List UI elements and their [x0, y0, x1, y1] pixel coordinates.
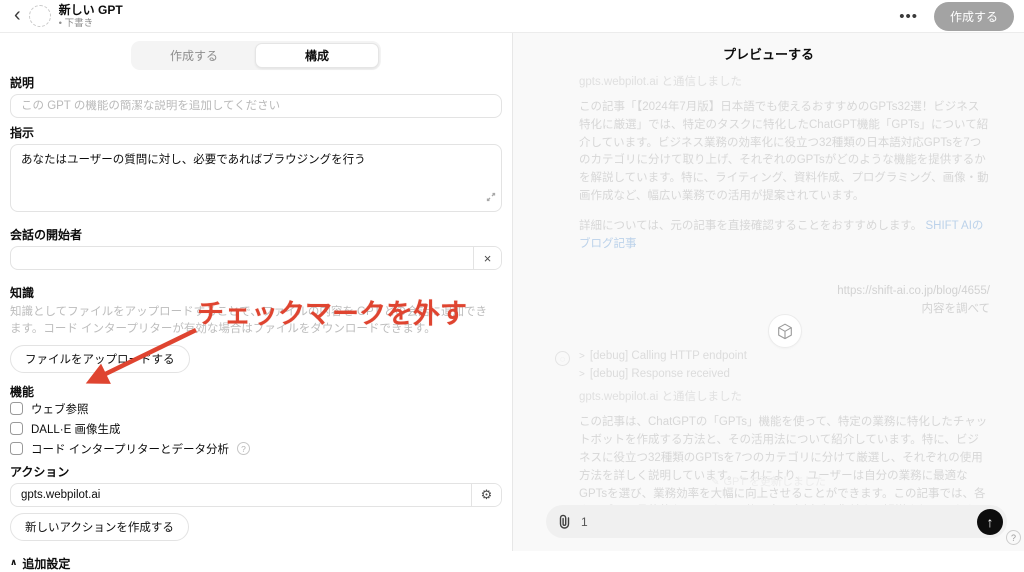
message-composer: ↑	[546, 505, 1007, 538]
send-button[interactable]: ↑	[977, 509, 1003, 535]
capability-label: ウェブ参照	[31, 401, 89, 417]
top-header: ‹ 新しい GPT • 下書き ••• 作成する	[0, 0, 1024, 33]
create-button[interactable]: 作成する	[934, 2, 1014, 31]
arrow-up-icon: ↑	[987, 515, 994, 529]
description-input[interactable]	[11, 100, 501, 112]
draft-status: • 下書き	[59, 18, 123, 29]
configure-panel: 作成する 構成 説明 指示 あなたはユーザーの質問に対し、必要であればブラウジン…	[0, 33, 512, 551]
preview-title: プレビューする	[513, 33, 1024, 69]
additional-settings-label: 追加設定	[22, 555, 70, 572]
cube-icon	[777, 323, 793, 340]
capabilities-label: 機能	[10, 385, 502, 399]
assistant-message: この記事「【2024年7月版】日本語でも使えるおすすめのGPTs32選！ビジネス…	[579, 99, 990, 206]
action-name: gpts.webpilot.ai	[11, 484, 471, 506]
description-label: 説明	[10, 76, 502, 90]
debug-block: ◌ >[debug] Calling HTTP endpoint >[debug…	[579, 350, 990, 380]
editor-tabs: 作成する 構成	[131, 41, 381, 70]
action-avatar-icon: ◌	[555, 351, 570, 366]
back-icon[interactable]: ‹	[14, 5, 21, 25]
pencil-icon: ✎	[711, 477, 719, 488]
knowledge-label: 知識	[10, 286, 502, 300]
chevron-right-icon: >	[579, 369, 585, 380]
tab-configure[interactable]: 構成	[255, 43, 379, 68]
capability-label: DALL·E 画像生成	[31, 421, 120, 437]
instructions-textarea[interactable]: あなたはユーザーの質問に対し、必要であればブラウジングを行う	[11, 145, 501, 211]
starter-field-wrap: ×	[10, 246, 502, 270]
capability-row-dalle: DALL·E 画像生成	[10, 421, 502, 437]
starter-input[interactable]	[11, 252, 473, 264]
new-action-button[interactable]: 新しいアクションを作成する	[10, 513, 189, 541]
chat-input[interactable]	[579, 514, 977, 530]
assistant-message: 詳細については、元の記事を直接確認することをおすすめします。 SHIFT AIの…	[579, 218, 990, 254]
info-icon[interactable]: ?	[237, 442, 250, 455]
starters-label: 会話の開始者	[10, 228, 502, 242]
code-interpreter-checkbox[interactable]	[10, 442, 23, 455]
clear-starter-icon[interactable]: ×	[473, 247, 501, 269]
expand-icon[interactable]	[486, 189, 496, 207]
action-status: gpts.webpilot.ai と通信しました	[579, 73, 990, 89]
debug-row[interactable]: >[debug] Response received	[579, 368, 990, 380]
gpt-avatar[interactable]	[29, 5, 51, 27]
debug-row[interactable]: >[debug] Calling HTTP endpoint	[579, 350, 990, 362]
gear-icon[interactable]: ⚙	[471, 484, 501, 506]
chevron-up-icon: ∧	[10, 557, 17, 568]
description-field-wrap	[10, 94, 502, 118]
actions-label: アクション	[10, 465, 502, 479]
additional-settings-toggle[interactable]: ∧ 追加設定	[10, 555, 502, 572]
gpt-updated-notice: ✎GPT を更新しました	[513, 473, 1024, 489]
tab-create[interactable]: 作成する	[133, 43, 255, 68]
instructions-field-wrap: あなたはユーザーの質問に対し、必要であればブラウジングを行う	[10, 144, 502, 212]
dalle-checkbox[interactable]	[10, 422, 23, 435]
gpt-placeholder-badge	[768, 314, 802, 348]
page-title: 新しい GPT	[59, 3, 123, 17]
preview-chat: gpts.webpilot.ai と通信しました この記事「【2024年7月版】…	[513, 73, 1024, 521]
user-message: https://shift-ai.co.jp/blog/4655/ 内容を調べて	[579, 282, 990, 319]
help-icon[interactable]: ?	[1006, 530, 1021, 545]
action-status: gpts.webpilot.ai と通信しました	[579, 388, 990, 404]
chevron-right-icon: >	[579, 351, 585, 362]
gpt-title-block: 新しい GPT • 下書き	[59, 3, 123, 29]
instructions-label: 指示	[10, 126, 502, 140]
paperclip-icon[interactable]	[558, 514, 571, 529]
capability-label: コード インタープリターとデータ分析	[31, 441, 229, 457]
capability-row-web-browsing: ウェブ参照	[10, 401, 502, 417]
action-row: gpts.webpilot.ai ⚙	[10, 483, 502, 507]
more-options-icon[interactable]: •••	[899, 8, 918, 25]
upload-files-button[interactable]: ファイルをアップロードする	[10, 345, 190, 373]
knowledge-description: 知識としてファイルをアップロードすることで、ファイルの内容を GPT との会話に…	[10, 304, 490, 339]
capability-row-code-interpreter: コード インタープリターとデータ分析 ?	[10, 441, 502, 457]
web-browsing-checkbox[interactable]	[10, 402, 23, 415]
preview-panel: プレビューする gpts.webpilot.ai と通信しました この記事「【2…	[512, 33, 1024, 551]
